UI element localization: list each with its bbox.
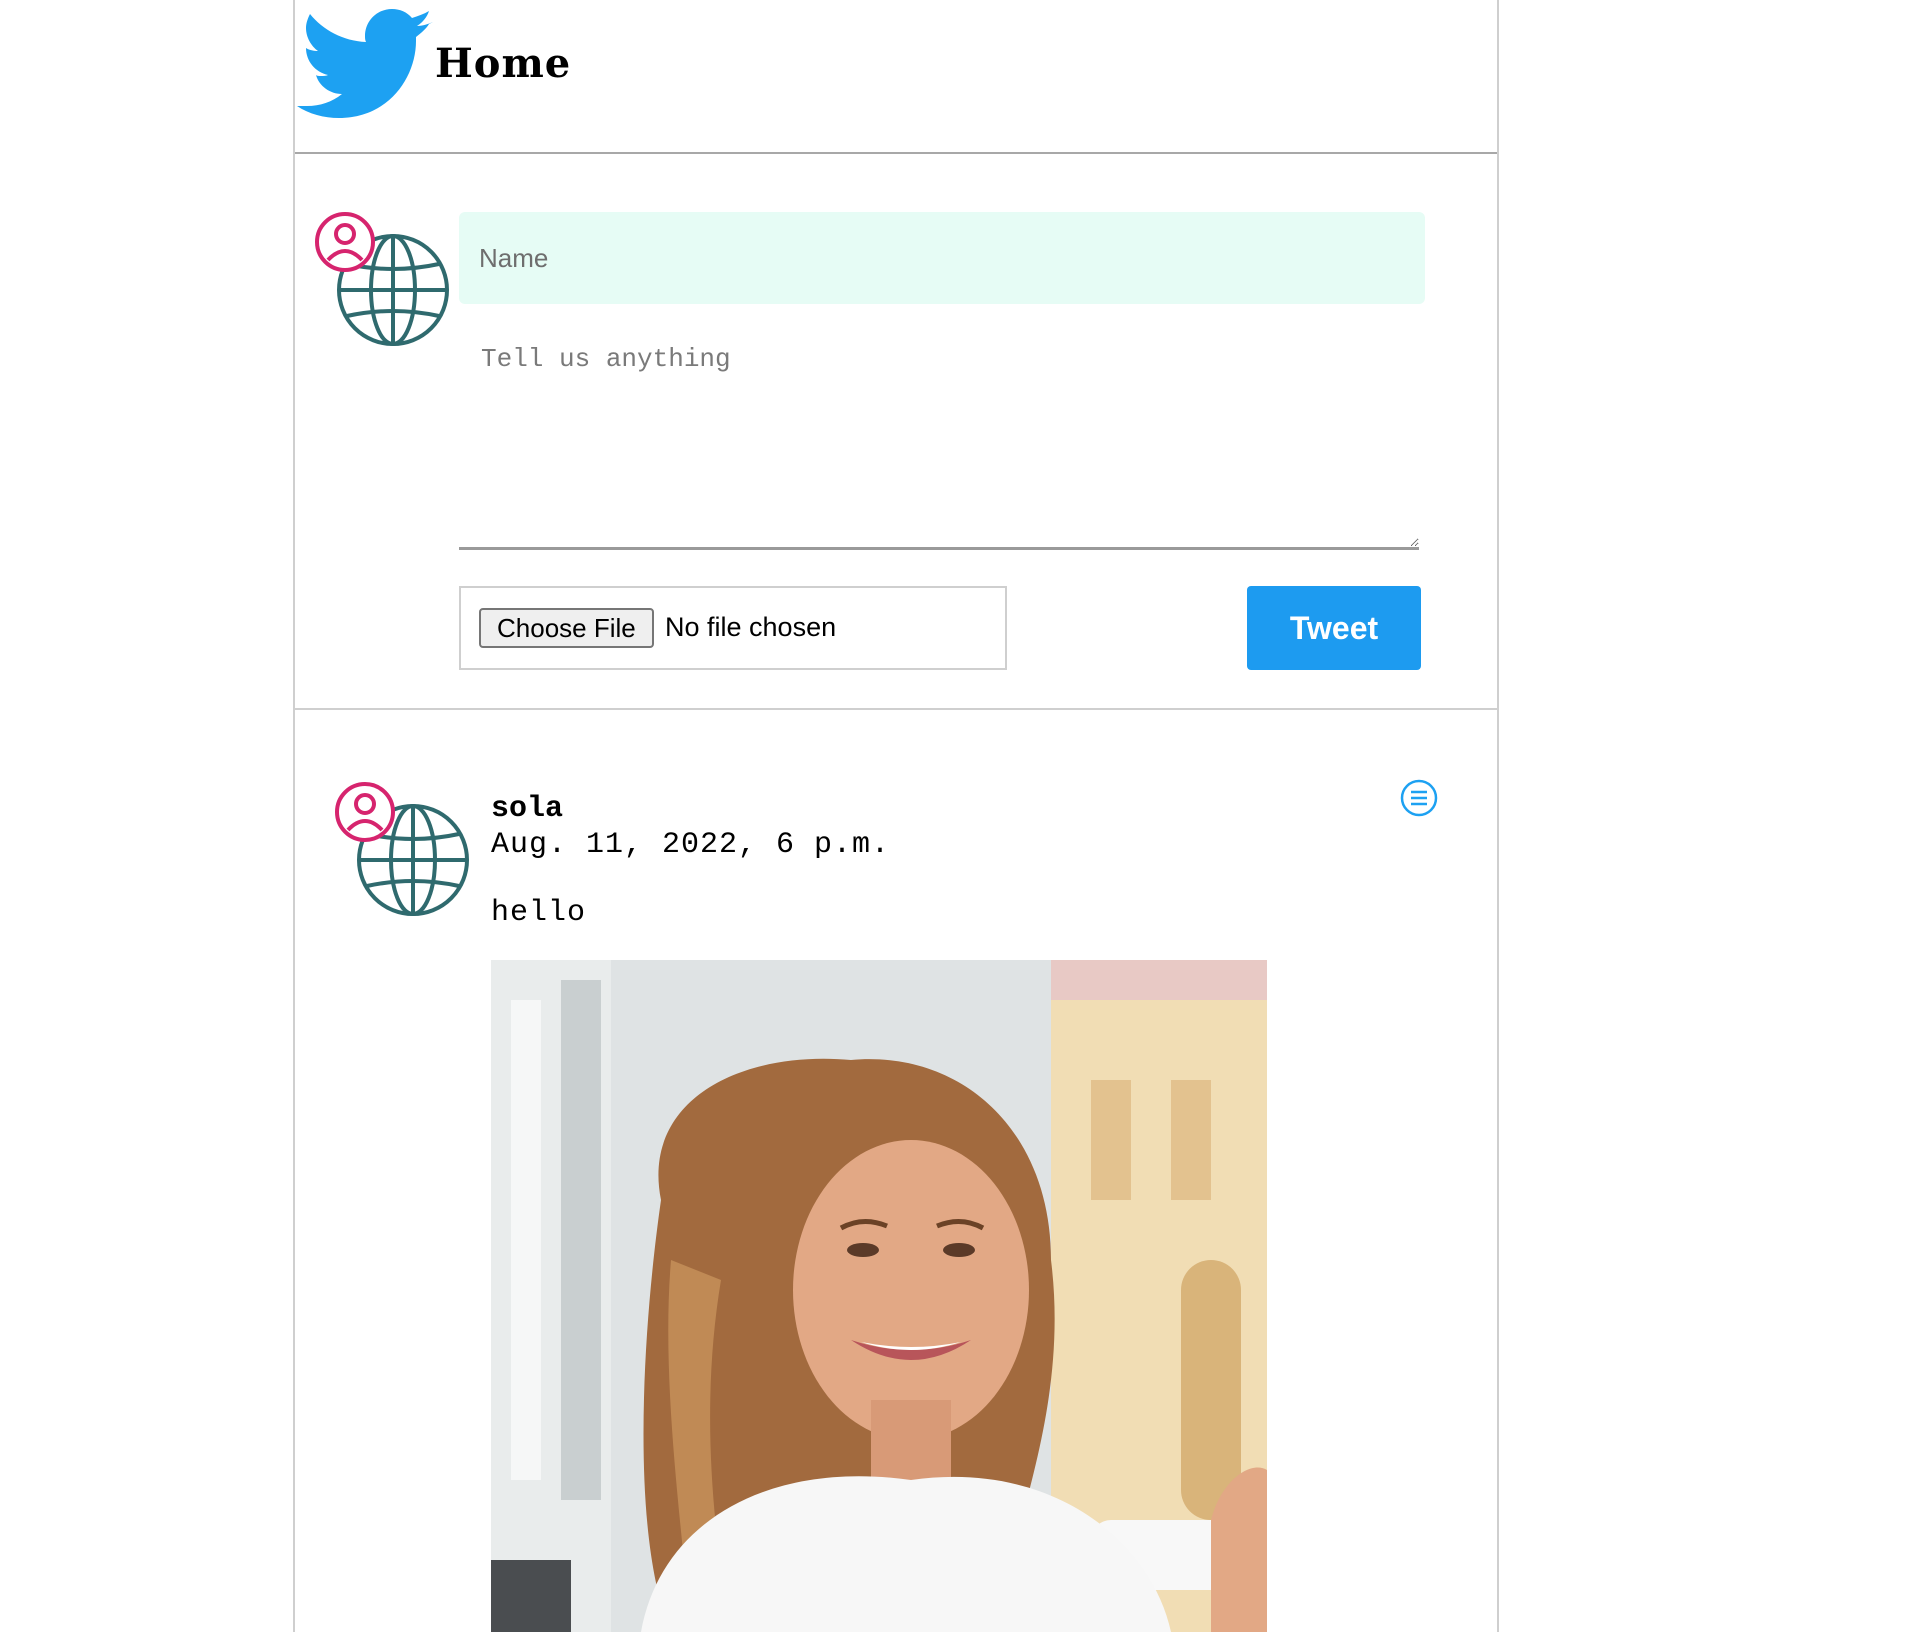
post-photo-image	[491, 960, 1267, 1632]
choose-file-button[interactable]: Choose File	[479, 608, 654, 648]
twitter-bird-icon[interactable]	[297, 8, 437, 126]
main-column: Home Choose File No file chosen Tweet	[293, 0, 1499, 1632]
file-upload: Choose File No file chosen	[459, 586, 1007, 670]
file-status: No file chosen	[665, 612, 837, 642]
post-item: sola Aug. 11, 2022, 6 p.m. hello	[295, 710, 1497, 1632]
name-input[interactable]	[459, 212, 1425, 304]
page-header: Home	[295, 0, 1497, 154]
avatar-icon	[335, 782, 469, 916]
page-title: Home	[435, 40, 572, 87]
post-text: hello	[491, 896, 587, 930]
tweet-button[interactable]: Tweet	[1247, 586, 1421, 670]
avatar-icon	[315, 212, 449, 346]
post-author: sola	[491, 792, 564, 826]
post-date: Aug. 11, 2022, 6 p.m.	[491, 828, 891, 862]
menu-circle-icon[interactable]	[1399, 778, 1439, 818]
tweet-composer: Choose File No file chosen Tweet	[295, 154, 1497, 710]
message-textarea[interactable]	[459, 332, 1419, 550]
post-photo	[491, 960, 1267, 1632]
